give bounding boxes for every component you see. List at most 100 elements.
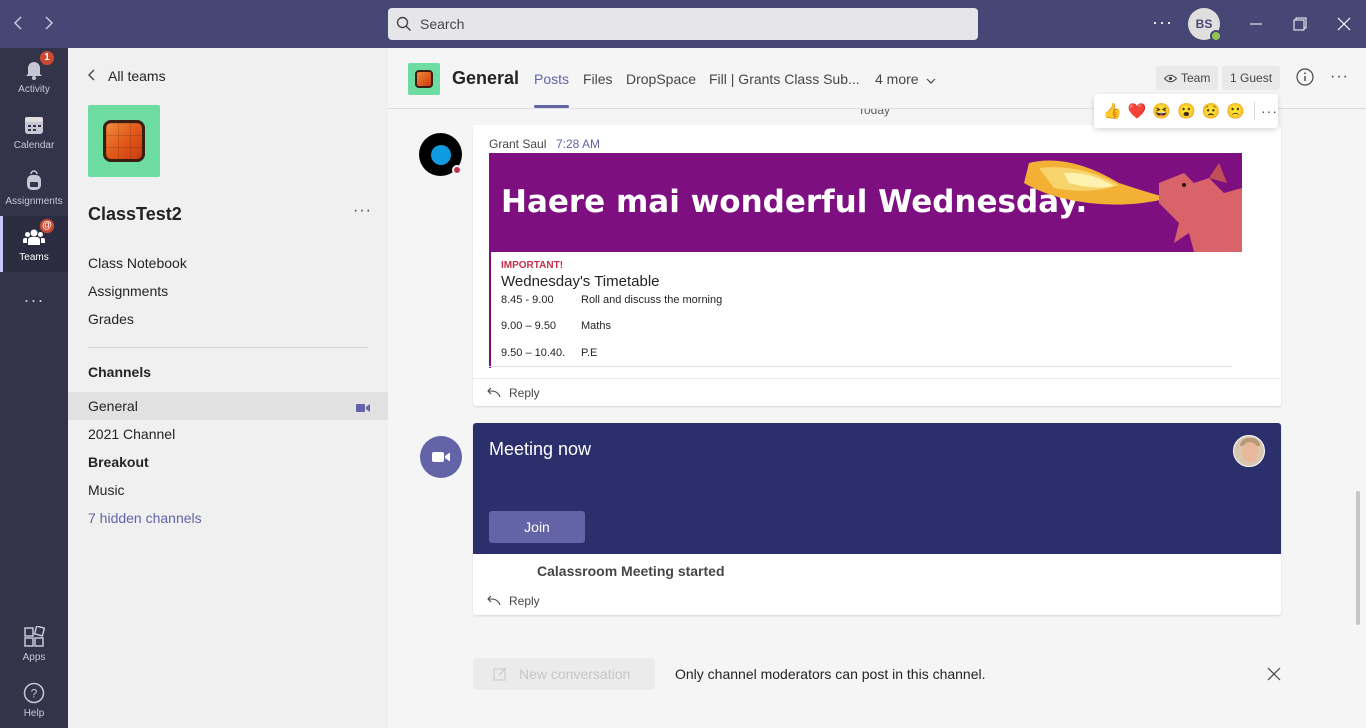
rail-label: Activity	[18, 83, 50, 95]
all-teams-label: All teams	[108, 68, 166, 84]
rail-label: Assignments	[5, 195, 63, 207]
status-available-icon	[1210, 30, 1222, 42]
channel-general[interactable]: General	[68, 392, 388, 420]
tab-posts[interactable]: Posts	[534, 71, 570, 108]
divider	[88, 347, 368, 348]
moderation-notice: Only channel moderators can post in this…	[675, 666, 986, 682]
tab-fill-grants[interactable]: Fill | Grants Class Sub...	[709, 71, 860, 87]
divider	[489, 366, 1232, 367]
laugh-reaction[interactable]: 😆	[1149, 102, 1174, 120]
channel-label: Breakout	[88, 454, 149, 470]
close-icon[interactable]	[1267, 667, 1281, 684]
surprised-reaction[interactable]: 😮	[1174, 102, 1199, 120]
new-conversation-button[interactable]: New conversation	[473, 658, 655, 690]
angry-reaction[interactable]: 🙁	[1223, 102, 1248, 120]
minimize-button[interactable]	[1244, 12, 1268, 36]
like-reaction[interactable]: 👍	[1100, 102, 1125, 120]
accent-bar	[489, 252, 491, 368]
channel-label: Music	[88, 482, 125, 498]
timetable-row: 9.50 – 10.40. P.E	[501, 347, 597, 359]
rail-label: Apps	[22, 651, 46, 663]
video-camera-icon	[356, 400, 370, 416]
calendar-icon	[23, 114, 45, 136]
link-grades[interactable]: Grades	[88, 311, 134, 327]
teams-mention-badge: @	[39, 217, 55, 234]
post-banner-image: Haere mai wonderful Wednesday.	[489, 153, 1242, 252]
sad-reaction[interactable]: 😟	[1199, 102, 1224, 120]
timetable-activity: Maths	[581, 320, 611, 332]
timetable-row: 9.00 – 9.50 Maths	[501, 320, 611, 332]
rail-activity[interactable]: 1 Activity	[0, 48, 68, 104]
channel-label: 2021 Channel	[88, 426, 176, 442]
meeting-card: Meeting now Join Calassroom Meeting star…	[473, 423, 1281, 615]
meeting-banner: Meeting now Join	[473, 423, 1281, 554]
timetable-time: 9.00 – 9.50	[501, 320, 557, 332]
timetable-row: 8.45 - 9.00 Roll and discuss the morning	[501, 294, 722, 306]
link-assignments[interactable]: Assignments	[88, 283, 168, 299]
new-conversation-label: New conversation	[519, 666, 631, 682]
rail-assignments[interactable]: Assignments	[0, 160, 68, 216]
channels-heading: Channels	[88, 364, 152, 380]
forward-arrow-icon[interactable]	[38, 14, 58, 34]
join-button[interactable]: Join	[489, 511, 585, 543]
banner-text: Haere mai wonderful Wednesday.	[501, 184, 1088, 220]
maximize-button[interactable]	[1288, 12, 1312, 36]
reply-button[interactable]: Reply	[473, 587, 1281, 615]
channel-label: General	[88, 398, 138, 414]
participant-avatar[interactable]	[1233, 435, 1265, 467]
timetable-activity: P.E	[581, 347, 598, 359]
meeting-video-icon	[420, 436, 462, 478]
reply-label: Reply	[509, 385, 540, 400]
backpack-icon	[23, 169, 45, 192]
post-author[interactable]: Grant Saul	[489, 137, 546, 151]
heart-reaction[interactable]: ❤️	[1125, 102, 1150, 120]
team-more-options-button[interactable]: ···	[353, 202, 372, 220]
reply-button[interactable]: Reply	[473, 378, 1281, 406]
timetable-activity: Roll and discuss the morning	[581, 294, 723, 306]
close-window-button[interactable]	[1332, 12, 1356, 36]
team-visibility-pill[interactable]: Team	[1156, 66, 1219, 90]
settings-more-button[interactable]: ···	[1152, 12, 1173, 33]
meeting-started-text: Calassroom Meeting started	[537, 563, 725, 579]
dragon-illustration-icon	[1024, 160, 1242, 252]
post-card: Grant Saul 7:28 AM Haere mai wonderful W…	[473, 125, 1281, 406]
info-icon[interactable]	[1296, 68, 1314, 89]
search-placeholder: Search	[420, 16, 465, 32]
channel-title: General	[452, 68, 520, 88]
all-teams-link[interactable]: All teams	[88, 68, 166, 84]
header-more-button[interactable]: ···	[1330, 68, 1349, 86]
team-pill-label: Team	[1181, 71, 1211, 85]
message-more-button[interactable]: ···	[1261, 103, 1278, 119]
team-sidebar: All teams ClassTest2 ··· Class Notebook …	[68, 48, 388, 728]
date-divider: Today	[858, 109, 891, 117]
app-rail: 1 Activity Calendar Assignments @ Teams …	[0, 48, 68, 728]
rail-apps[interactable]: Apps	[0, 616, 68, 672]
channel-2021[interactable]: 2021 Channel	[68, 420, 388, 448]
rail-label: Help	[23, 707, 45, 719]
help-icon: ?	[23, 682, 45, 704]
rail-label: Teams	[19, 251, 49, 263]
reply-label: Reply	[509, 594, 540, 608]
search-input[interactable]: Search	[388, 8, 978, 40]
meeting-title: Meeting now	[489, 439, 592, 459]
tab-more[interactable]: 4 more	[875, 71, 936, 87]
channel-breakout[interactable]: Breakout	[68, 448, 388, 476]
guest-pill[interactable]: 1 Guest	[1222, 66, 1281, 90]
message-list: Today Grant Saul 7:28 AM Haere mai wonde…	[388, 109, 1366, 728]
channel-music[interactable]: Music	[68, 476, 388, 504]
tab-dropspace[interactable]: DropSpace	[626, 71, 696, 87]
profile-avatar[interactable]: BS	[1188, 8, 1222, 42]
rail-calendar[interactable]: Calendar	[0, 104, 68, 160]
timetable-title: Wednesday's Timetable	[501, 273, 660, 290]
hidden-channels-link[interactable]: 7 hidden channels	[68, 504, 388, 532]
team-logo	[88, 105, 160, 177]
link-class-notebook[interactable]: Class Notebook	[88, 255, 187, 271]
rail-help[interactable]: ? Help	[0, 672, 68, 728]
timetable-time: 8.45 - 9.00	[501, 294, 554, 306]
back-arrow-icon[interactable]	[9, 14, 29, 34]
channel-label: 7 hidden channels	[88, 510, 202, 526]
rail-teams[interactable]: @ Teams	[0, 216, 68, 272]
tab-files[interactable]: Files	[583, 71, 613, 87]
scrollbar[interactable]	[1356, 491, 1360, 625]
rail-more-apps[interactable]: ···	[0, 272, 68, 328]
